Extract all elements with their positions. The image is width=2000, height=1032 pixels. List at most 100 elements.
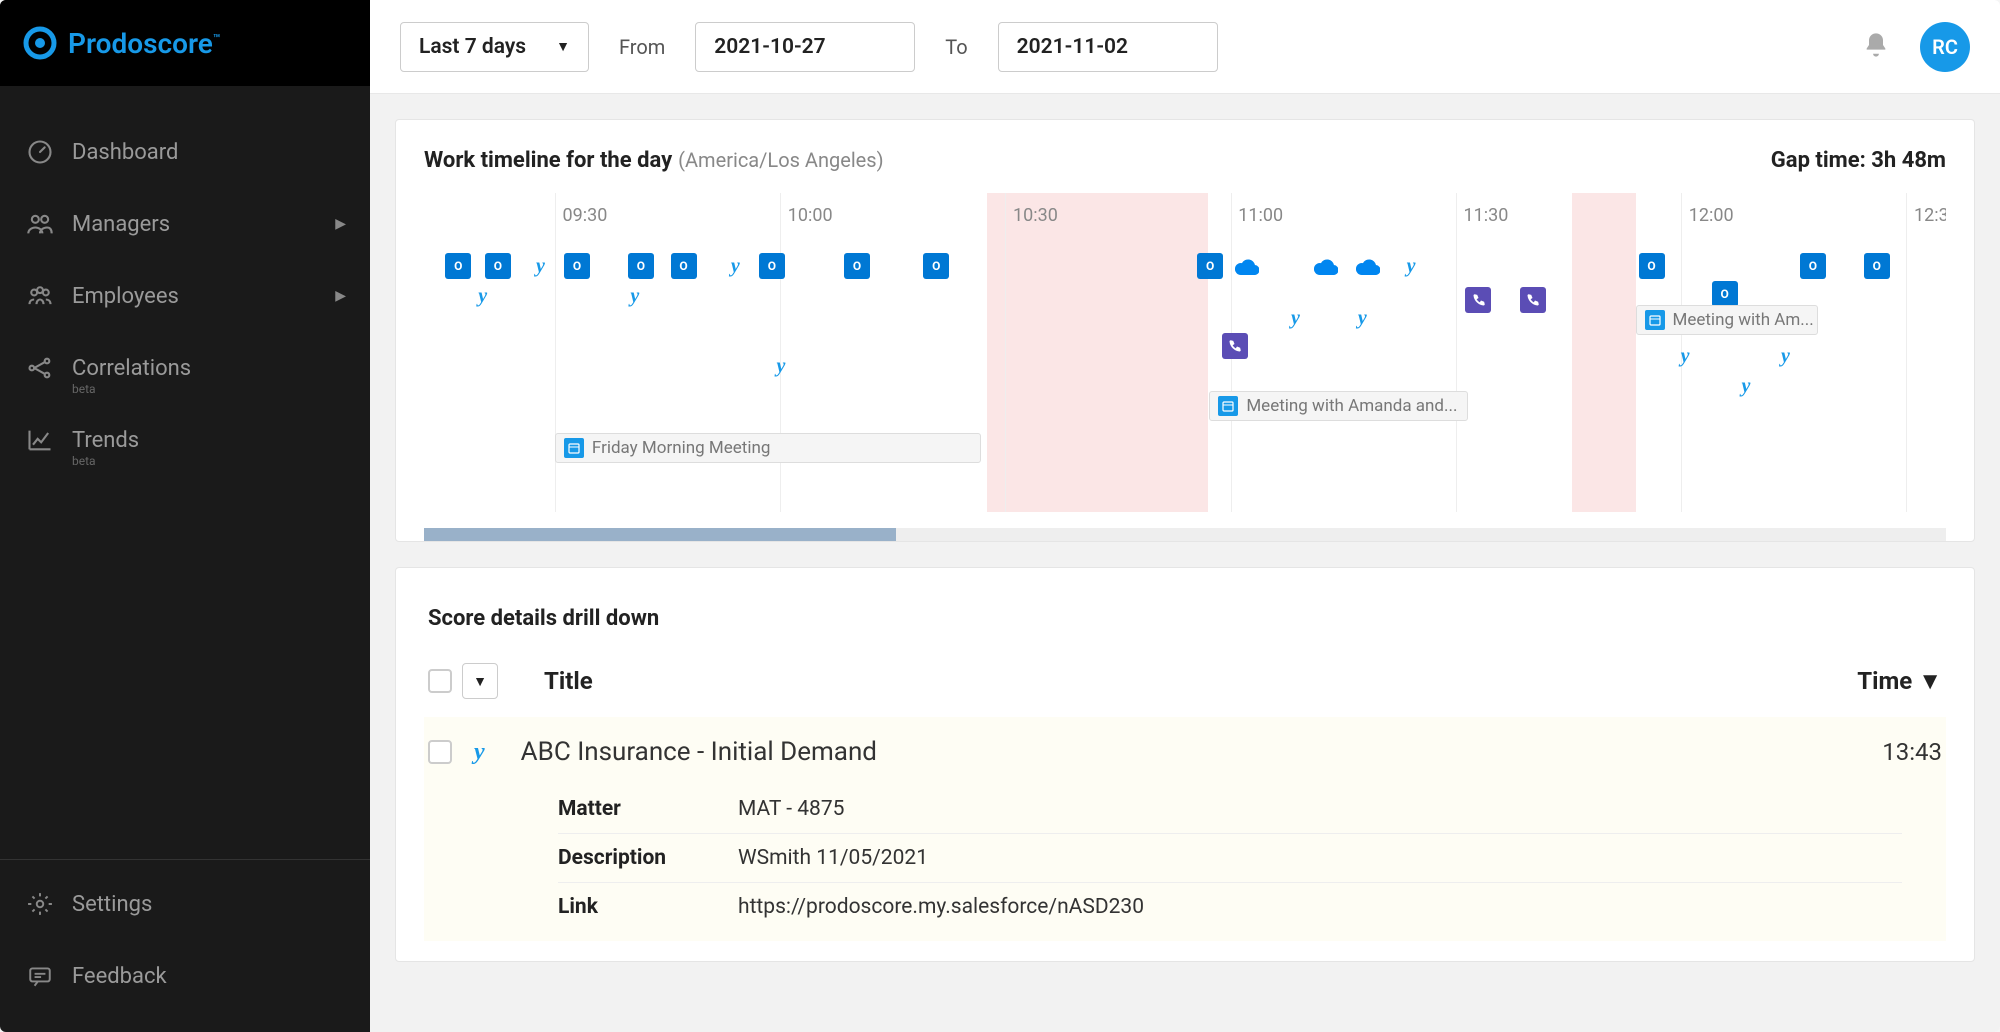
- outlook-event-icon[interactable]: O: [671, 253, 697, 279]
- nav-item-label: Trends: [72, 428, 139, 453]
- top-bar: Last 7 days ▼ From 2021-10-27 To 2021-11…: [370, 0, 2000, 94]
- app-root: Prodoscore™ Dashboard Managers ▶ Employees▶…: [0, 0, 2000, 1032]
- cloud-event-icon[interactable]: [1313, 253, 1339, 279]
- activity-event-icon[interactable]: y: [622, 283, 648, 309]
- user-avatar[interactable]: RC: [1920, 22, 1970, 72]
- activity-event-icon[interactable]: y: [1349, 305, 1375, 331]
- time-tick: [1906, 193, 1907, 512]
- gear-icon: [24, 888, 56, 920]
- phone-event-icon[interactable]: [1520, 287, 1546, 313]
- nav-item-settings[interactable]: Settings: [0, 868, 370, 940]
- row-details: MatterMAT - 4875 DescriptionWSmith 11/05/…: [558, 785, 1942, 931]
- phone-event-icon[interactable]: [1222, 333, 1248, 359]
- time-tick-label: 10:00: [788, 205, 833, 226]
- drilldown-table-header: ▼ Title Time ▼: [424, 655, 1946, 717]
- from-date-input[interactable]: 2021-10-27: [695, 22, 915, 72]
- activity-event-icon[interactable]: y: [1398, 253, 1424, 279]
- activity-event-icon[interactable]: y: [1672, 343, 1698, 369]
- column-title: Title: [544, 667, 593, 695]
- time-tick-label: 11:30: [1464, 205, 1509, 226]
- expand-toggle[interactable]: ▼: [462, 663, 498, 699]
- time-tick-label: 11:00: [1238, 205, 1283, 226]
- nav-item-label: Employees: [72, 284, 179, 309]
- time-tick-label: 12:30: [1914, 205, 1946, 226]
- outlook-event-icon[interactable]: O: [1864, 253, 1890, 279]
- chevron-right-icon: ▶: [335, 216, 346, 232]
- activity-event-icon[interactable]: y: [1772, 343, 1798, 369]
- nav-item-label: Managers: [72, 212, 170, 237]
- nav-item-managers[interactable]: Managers ▶: [0, 188, 370, 260]
- to-date-input[interactable]: 2021-11-02: [998, 22, 1218, 72]
- detail-label: Description: [558, 846, 738, 870]
- content-area: Work timeline for the day (America/Los A…: [370, 94, 2000, 1032]
- timeline-title: Work timeline for the day: [424, 148, 672, 173]
- logo-bar: Prodoscore™: [0, 0, 370, 86]
- outlook-event-icon[interactable]: O: [923, 253, 949, 279]
- beta-badge: beta: [72, 454, 96, 468]
- brand-logo-icon: [22, 25, 58, 61]
- detail-row: MatterMAT - 4875: [558, 785, 1902, 833]
- time-tick-label: 12:00: [1689, 205, 1734, 226]
- drilldown-title: Score details drill down: [428, 606, 1946, 631]
- time-tick-label: 10:30: [1013, 205, 1058, 226]
- activity-event-icon[interactable]: y: [722, 253, 748, 279]
- beta-badge: beta: [72, 382, 96, 396]
- nav-item-label: Correlations: [72, 356, 191, 381]
- outlook-event-icon[interactable]: O: [844, 253, 870, 279]
- time-tick-label: 09:30: [563, 205, 608, 226]
- outlook-event-icon[interactable]: O: [1639, 253, 1665, 279]
- select-all-checkbox[interactable]: [428, 669, 452, 693]
- cloud-event-icon[interactable]: [1355, 253, 1381, 279]
- outlook-event-icon[interactable]: O: [759, 253, 785, 279]
- outlook-event-icon[interactable]: O: [564, 253, 590, 279]
- drilldown-row: y ABC Insurance - Initial Demand 13:43 M…: [424, 717, 1946, 941]
- detail-row: Linkhttps://prodoscore.my.salesforce/nAS…: [558, 882, 1902, 931]
- meeting-event[interactable]: Meeting with Amanda and...: [1209, 391, 1468, 421]
- timeline-header: Work timeline for the day (America/Los A…: [424, 148, 1946, 173]
- detail-label: Matter: [558, 797, 738, 821]
- phone-event-icon[interactable]: [1465, 287, 1491, 313]
- nav-item-dashboard[interactable]: Dashboard: [0, 116, 370, 188]
- timeline-scroll-thumb[interactable]: [424, 528, 896, 541]
- activity-event-icon[interactable]: y: [1733, 373, 1759, 399]
- row-checkbox[interactable]: [428, 740, 452, 764]
- outlook-event-icon[interactable]: O: [1197, 253, 1223, 279]
- timeline-inner[interactable]: 09:3010:0010:3011:0011:3012:0012:30OOyOy…: [424, 193, 1946, 528]
- cloud-event-icon[interactable]: [1234, 253, 1260, 279]
- activity-icon: y: [474, 739, 485, 766]
- nav-item-trends[interactable]: Trendsbeta: [0, 404, 370, 476]
- outlook-event-icon[interactable]: O: [628, 253, 654, 279]
- notifications-icon[interactable]: [1862, 31, 1890, 63]
- sidebar: Prodoscore™ Dashboard Managers ▶ Employees▶…: [0, 0, 370, 1032]
- drilldown-row-header[interactable]: y ABC Insurance - Initial Demand 13:43: [428, 737, 1942, 767]
- nav-item-employees[interactable]: Employees▶: [0, 260, 370, 332]
- outlook-event-icon[interactable]: O: [1712, 281, 1738, 307]
- meeting-label: Meeting with Am...: [1673, 310, 1814, 330]
- outlook-event-icon[interactable]: O: [445, 253, 471, 279]
- activity-event-icon[interactable]: y: [1282, 305, 1308, 331]
- sort-desc-icon: ▼: [1918, 667, 1942, 696]
- outlook-event-icon[interactable]: O: [1800, 253, 1826, 279]
- meeting-event[interactable]: Meeting with Am...: [1636, 305, 1819, 335]
- drilldown-card: Score details drill down ▼ Title Time ▼ …: [395, 567, 1975, 962]
- outlook-event-icon[interactable]: O: [485, 253, 511, 279]
- detail-value: WSmith 11/05/2021: [738, 846, 928, 870]
- main-area: Last 7 days ▼ From 2021-10-27 To 2021-11…: [370, 0, 2000, 1032]
- nav-item-label: Settings: [72, 892, 152, 917]
- date-range-label: Last 7 days: [419, 35, 526, 59]
- trend-icon: [24, 424, 56, 456]
- activity-event-icon[interactable]: y: [527, 253, 553, 279]
- timeline-card: Work timeline for the day (America/Los A…: [395, 119, 1975, 542]
- meeting-event[interactable]: Friday Morning Meeting: [555, 433, 981, 463]
- network-icon: [24, 352, 56, 384]
- calendar-icon: [1218, 396, 1238, 416]
- nav-item-correlations[interactable]: Correlationsbeta: [0, 332, 370, 404]
- activity-event-icon[interactable]: y: [768, 353, 794, 379]
- timeline-scrollbar[interactable]: [424, 528, 1946, 541]
- primary-nav: DashboardManagers▶Employees▶Correlations…: [0, 86, 370, 859]
- row-time: 13:43: [1882, 738, 1942, 766]
- column-time-sort[interactable]: Time ▼: [1857, 667, 1942, 696]
- date-range-select[interactable]: Last 7 days ▼: [400, 22, 589, 72]
- nav-item-feedback[interactable]: Feedback: [0, 940, 370, 1012]
- activity-event-icon[interactable]: y: [470, 283, 496, 309]
